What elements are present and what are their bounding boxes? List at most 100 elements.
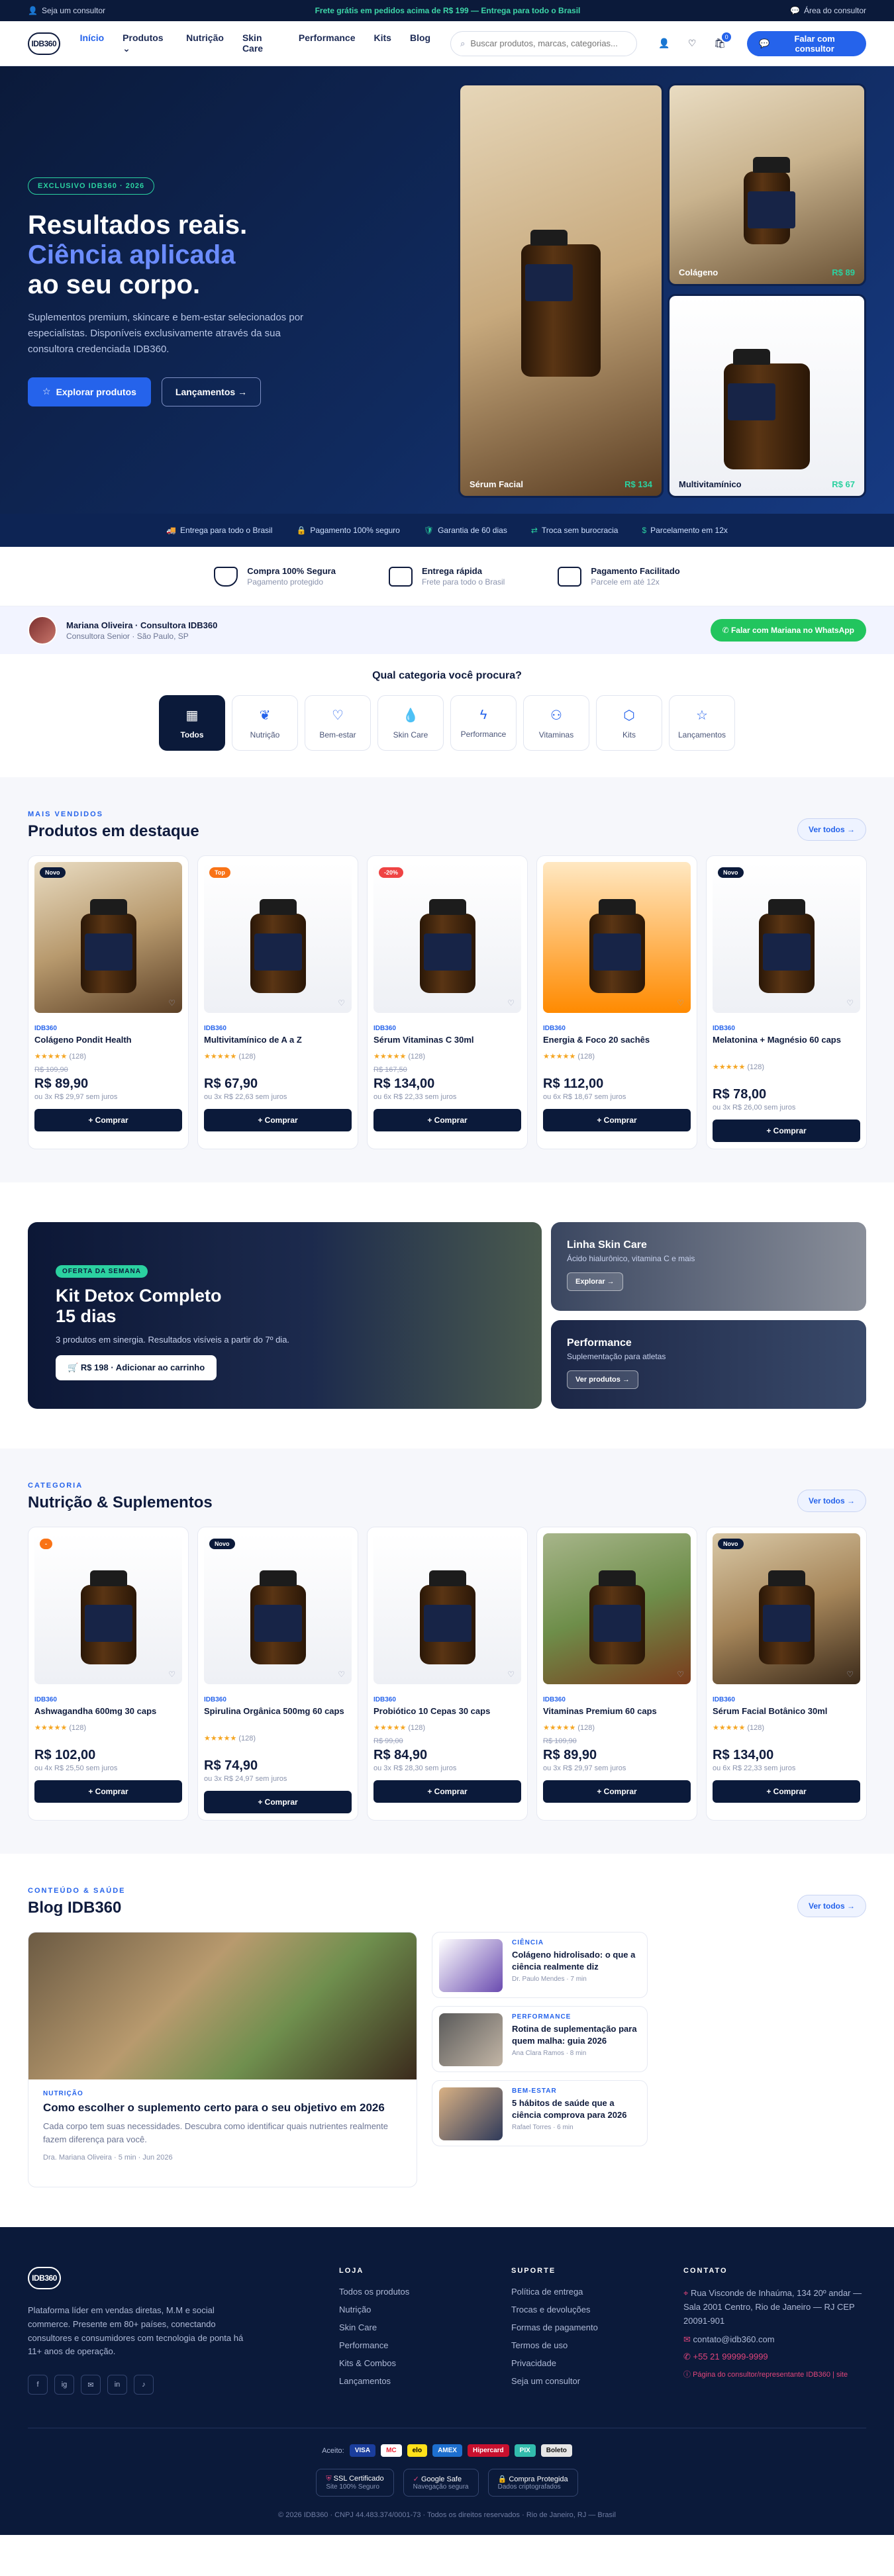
blog-featured-post[interactable]: NUTRIÇÃO Como escolher o suplemento cert… <box>28 1932 417 2187</box>
nav-performance[interactable]: Performance <box>299 32 356 54</box>
footer-email[interactable]: contato@idb360.com <box>693 2334 775 2344</box>
product-name[interactable]: Vitaminas Premium 60 caps <box>543 1706 691 1719</box>
product-name[interactable]: Sérum Vitaminas C 30ml <box>373 1035 521 1048</box>
nav-skincare[interactable]: Skin Care <box>242 32 280 54</box>
footer-link[interactable]: Formas de pagamento <box>511 2322 598 2332</box>
blog-post-item[interactable]: BEM-ESTAR 5 hábitos de saúde que a ciênci… <box>432 2080 648 2146</box>
buy-button[interactable]: + Comprar <box>373 1780 521 1803</box>
email-icon[interactable]: ✉ <box>81 2375 101 2395</box>
blog-post-item[interactable]: PERFORMANCE Rotina de suplementação para … <box>432 2006 648 2072</box>
wishlist-heart-icon[interactable]: ♡ <box>846 1670 854 1679</box>
explore-products-button[interactable]: ☆ Explorar produtos <box>28 377 151 406</box>
wishlist-heart-icon[interactable]: ♡ <box>507 1670 515 1679</box>
category-performance[interactable]: ϟ Performance <box>450 695 517 751</box>
product-card[interactable]: Novo ♡ IDB360 Spirulina Orgânica 500mg 60 c… <box>197 1527 358 1821</box>
consultant-page-link[interactable]: Página do consultor/representante IDB360… <box>693 2371 848 2379</box>
site-logo[interactable]: IDB360 <box>28 32 60 55</box>
footer-link[interactable]: Privacidade <box>511 2358 556 2368</box>
product-name[interactable]: Energia & Foco 20 sachês <box>543 1035 691 1048</box>
product-name[interactable]: Melatonina + Magnésio 60 caps <box>713 1035 860 1059</box>
wishlist-heart-icon[interactable]: ♡ <box>168 1670 175 1679</box>
category-skin-care[interactable]: 💧 Skin Care <box>377 695 444 751</box>
nav-kits[interactable]: Kits <box>374 32 391 54</box>
nav-produtos[interactable]: Produtos ⌄ <box>123 32 168 54</box>
footer-logo[interactable]: IDB360 <box>28 2267 61 2289</box>
footer-link[interactable]: Performance <box>339 2340 388 2350</box>
footer-phone[interactable]: +55 21 99999-9999 <box>693 2352 768 2361</box>
buy-button[interactable]: + Comprar <box>34 1780 182 1803</box>
instagram-icon[interactable]: ig <box>54 2375 74 2395</box>
talk-to-consultant-button[interactable]: 💬 Falar com consultor <box>747 30 866 56</box>
cart-icon[interactable]: 🛍 0 <box>713 32 732 51</box>
launches-button[interactable]: Lançamentos → <box>161 377 262 406</box>
buy-button[interactable]: + Comprar <box>543 1780 691 1803</box>
category-todos[interactable]: ▦ Todos <box>159 695 225 751</box>
product-card[interactable]: Novo ♡ IDB360 Melatonina + Magnésio 60 caps… <box>706 855 867 1149</box>
product-name[interactable]: Spirulina Orgânica 500mg 60 caps <box>204 1706 352 1730</box>
account-icon[interactable]: 👤 <box>657 36 671 51</box>
product-card[interactable]: -20% ♡ IDB360 Sérum Vitaminas C 30ml ★★★★★ (… <box>367 855 528 1149</box>
facebook-icon[interactable]: f <box>28 2375 48 2395</box>
nav-inicio[interactable]: Início <box>80 32 105 54</box>
category-lancamentos[interactable]: ☆ Lançamentos <box>669 695 735 751</box>
consultant-area-link[interactable]: 💬 Área do consultor <box>790 6 866 15</box>
category-bem-estar[interactable]: ♡ Bem-estar <box>305 695 371 751</box>
buy-button[interactable]: + Comprar <box>713 1120 860 1142</box>
nav-blog[interactable]: Blog <box>410 32 430 54</box>
featured-view-all-button[interactable]: Ver todos → <box>797 818 866 841</box>
wishlist-heart-icon[interactable]: ♡ <box>338 1670 345 1679</box>
product-name[interactable]: Sérum Facial Botânico 30ml <box>713 1706 860 1719</box>
wishlist-heart-icon[interactable]: ♡ <box>168 998 175 1008</box>
view-performance-button[interactable]: Ver produtos → <box>567 1370 638 1389</box>
product-name[interactable]: Colágeno Pondit Health <box>34 1035 182 1048</box>
buy-button[interactable]: + Comprar <box>543 1109 691 1131</box>
wishlist-heart-icon[interactable]: ♡ <box>507 998 515 1008</box>
footer-link[interactable]: Nutrição <box>339 2305 371 2314</box>
whatsapp-button[interactable]: ✆ Falar com Mariana no WhatsApp <box>710 619 866 642</box>
buy-button[interactable]: + Comprar <box>204 1791 352 1813</box>
footer-link[interactable]: Seja um consultor <box>511 2376 580 2386</box>
footer-link[interactable]: Kits & Combos <box>339 2358 396 2368</box>
wishlist-heart-icon[interactable]: ♡ <box>338 998 345 1008</box>
product-card[interactable]: Novo ♡ IDB360 Sérum Facial Botânico 30ml ★★★… <box>706 1527 867 1821</box>
buy-button[interactable]: + Comprar <box>204 1109 352 1131</box>
product-card[interactable]: ♡ IDB360 Probiótico 10 Cepas 30 caps ★★★★★ … <box>367 1527 528 1821</box>
product-card[interactable]: - ♡ IDB360 Ashwagandha 600mg 30 caps ★★★★★ (… <box>28 1527 189 1821</box>
category-kits[interactable]: ⬡ Kits <box>596 695 662 751</box>
heart-icon[interactable]: ♡ <box>685 36 699 51</box>
footer-link[interactable]: Lançamentos <box>339 2376 391 2386</box>
tiktok-icon[interactable]: ♪ <box>134 2375 154 2395</box>
wishlist-heart-icon[interactable]: ♡ <box>677 1670 684 1679</box>
footer-link[interactable]: Termos de uso <box>511 2340 568 2350</box>
nutrition-view-all-button[interactable]: Ver todos → <box>797 1490 866 1512</box>
footer-link[interactable]: Todos os produtos <box>339 2287 409 2297</box>
add-kit-to-cart-button[interactable]: 🛒 R$ 198 · Adicionar ao carrinho <box>56 1355 217 1381</box>
footer-link[interactable]: Skin Care <box>339 2322 377 2332</box>
product-card[interactable]: ♡ IDB360 Energia & Foco 20 sachês ★★★★★ (12… <box>536 855 697 1149</box>
become-consultant-link[interactable]: 👤 Seja um consultor <box>28 6 105 15</box>
product-name[interactable]: Multivitamínico de A a Z <box>204 1035 352 1048</box>
category-vitaminas[interactable]: ⚇ Vitaminas <box>523 695 589 751</box>
product-card[interactable]: Novo ♡ IDB360 Colágeno Pondit Health ★★★★★ (… <box>28 855 189 1149</box>
buy-button[interactable]: + Comprar <box>373 1109 521 1131</box>
buy-button[interactable]: + Comprar <box>713 1780 860 1803</box>
blog-view-all-button[interactable]: Ver todos → <box>797 1895 866 1917</box>
blog-post-item[interactable]: CIÊNCIA Colágeno hidrolisado: o que a ciê… <box>432 1932 648 1998</box>
product-name[interactable]: Ashwagandha 600mg 30 caps <box>34 1706 182 1719</box>
wishlist-heart-icon[interactable]: ♡ <box>677 998 684 1008</box>
buy-button[interactable]: + Comprar <box>34 1109 182 1131</box>
search-input[interactable] <box>470 38 628 48</box>
footer-link[interactable]: Política de entrega <box>511 2287 583 2297</box>
nav-nutricao[interactable]: Nutrição <box>186 32 224 54</box>
hero-card-multivitaminico[interactable]: Multivitamínico R$ 67 <box>668 294 866 498</box>
product-name[interactable]: Probiótico 10 Cepas 30 caps <box>373 1706 521 1719</box>
footer-link[interactable]: Trocas e devoluções <box>511 2305 590 2314</box>
explore-skincare-button[interactable]: Explorar → <box>567 1272 623 1291</box>
hero-card-serum[interactable]: Sérum Facial R$ 134 <box>458 83 664 498</box>
linkedin-icon[interactable]: in <box>107 2375 127 2395</box>
hero-card-colageno[interactable]: Colágeno R$ 89 <box>668 83 866 286</box>
wishlist-heart-icon[interactable]: ♡ <box>846 998 854 1008</box>
product-card[interactable]: ♡ IDB360 Vitaminas Premium 60 caps ★★★★★ (1… <box>536 1527 697 1821</box>
category-nutricao[interactable]: ❦ Nutrição <box>232 695 298 751</box>
product-card[interactable]: Top ♡ IDB360 Multivitamínico de A a Z ★★★★★ … <box>197 855 358 1149</box>
